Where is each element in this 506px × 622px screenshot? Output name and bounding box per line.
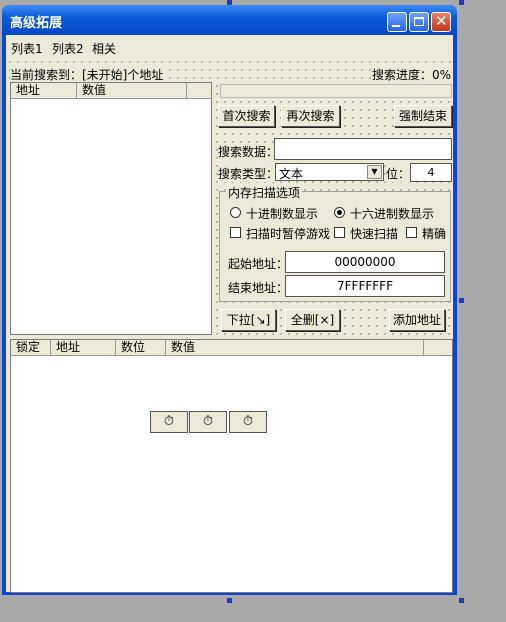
decimal-radio[interactable] xyxy=(230,207,241,218)
column-value[interactable]: 数值 xyxy=(77,83,187,98)
locked-address-list[interactable]: 锁定 地址 数位 数值 xyxy=(10,339,453,593)
menu-related[interactable]: 相关 xyxy=(92,40,116,57)
stopwatch-icon[interactable]: ⏱ xyxy=(150,411,188,433)
scan-options-title: 内存扫描选项 xyxy=(226,184,303,201)
menu-list1[interactable]: 列表1 xyxy=(11,40,43,57)
address-list[interactable]: 地址 数值 xyxy=(10,82,212,335)
selection-handle[interactable] xyxy=(227,0,232,5)
chevron-down-icon[interactable]: ▼ xyxy=(367,165,382,179)
start-address-label: 起始地址： xyxy=(228,257,289,271)
search-progress-label: 搜索进度：0% xyxy=(372,66,452,83)
pause-game-label: 扫描时暂停游戏 xyxy=(246,227,331,241)
pause-game-checkbox[interactable] xyxy=(230,227,241,238)
maximize-icon xyxy=(414,17,424,26)
address-list-header: 地址 数值 xyxy=(11,83,211,99)
exact-checkbox[interactable] xyxy=(406,227,417,238)
minimize-icon xyxy=(392,25,400,27)
close-button[interactable]: ✕ xyxy=(431,12,451,32)
decimal-label: 十进制数显示 xyxy=(246,207,319,221)
selection-handle[interactable] xyxy=(227,598,232,603)
minimize-button[interactable] xyxy=(387,12,407,32)
fast-scan-checkbox[interactable] xyxy=(334,227,345,238)
selection-handle[interactable] xyxy=(459,598,464,603)
column-address[interactable]: 地址 xyxy=(51,340,116,355)
menu-list2[interactable]: 列表2 xyxy=(52,40,84,57)
search-data-input[interactable] xyxy=(274,138,452,160)
selection-handle[interactable] xyxy=(459,0,464,5)
end-address-input[interactable]: 7FFFFFFF xyxy=(285,275,445,297)
fast-scan-label: 快速扫描 xyxy=(350,227,399,241)
maximize-button[interactable] xyxy=(409,12,429,32)
window-title: 高级拓展 xyxy=(10,16,63,31)
bits-label: 位： xyxy=(386,165,411,182)
search-type-select[interactable]: 文本 ▼ xyxy=(275,163,384,181)
dropdown-button[interactable]: 下拉[↘] xyxy=(221,309,276,331)
next-search-button[interactable]: 再次搜索 xyxy=(281,105,340,127)
column-bits[interactable]: 数位 xyxy=(116,340,166,355)
progress-bar xyxy=(220,84,452,98)
end-address-label: 结束地址： xyxy=(228,281,289,295)
search-type-label: 搜索类型： xyxy=(218,165,279,182)
locked-list-header: 锁定 地址 数位 数值 xyxy=(11,340,452,356)
selection-handle[interactable] xyxy=(459,298,464,303)
bits-input[interactable]: 4 xyxy=(410,163,452,182)
hex-label: 十六进制数显示 xyxy=(350,207,435,221)
add-address-button[interactable]: 添加地址 xyxy=(389,309,445,331)
search-count-label: 当前搜索到：[未开始]个地址 xyxy=(10,66,164,83)
search-data-label: 搜索数据： xyxy=(218,143,279,160)
force-end-button[interactable]: 强制结束 xyxy=(394,105,452,127)
first-search-button[interactable]: 首次搜索 xyxy=(218,105,275,127)
start-address-input[interactable]: 00000000 xyxy=(285,251,445,273)
column-value[interactable]: 数值 xyxy=(166,340,424,355)
column-lock[interactable]: 锁定 xyxy=(11,340,51,355)
delete-all-button[interactable]: 全删[×] xyxy=(285,309,340,331)
stopwatch-icon[interactable]: ⏱ xyxy=(229,411,267,433)
hex-radio[interactable] xyxy=(334,207,345,218)
exact-label: 精确 xyxy=(422,227,447,241)
stopwatch-icon[interactable]: ⏱ xyxy=(189,411,227,433)
search-type-value: 文本 xyxy=(279,167,304,181)
column-address[interactable]: 地址 xyxy=(11,83,77,98)
close-icon: ✕ xyxy=(435,12,448,30)
